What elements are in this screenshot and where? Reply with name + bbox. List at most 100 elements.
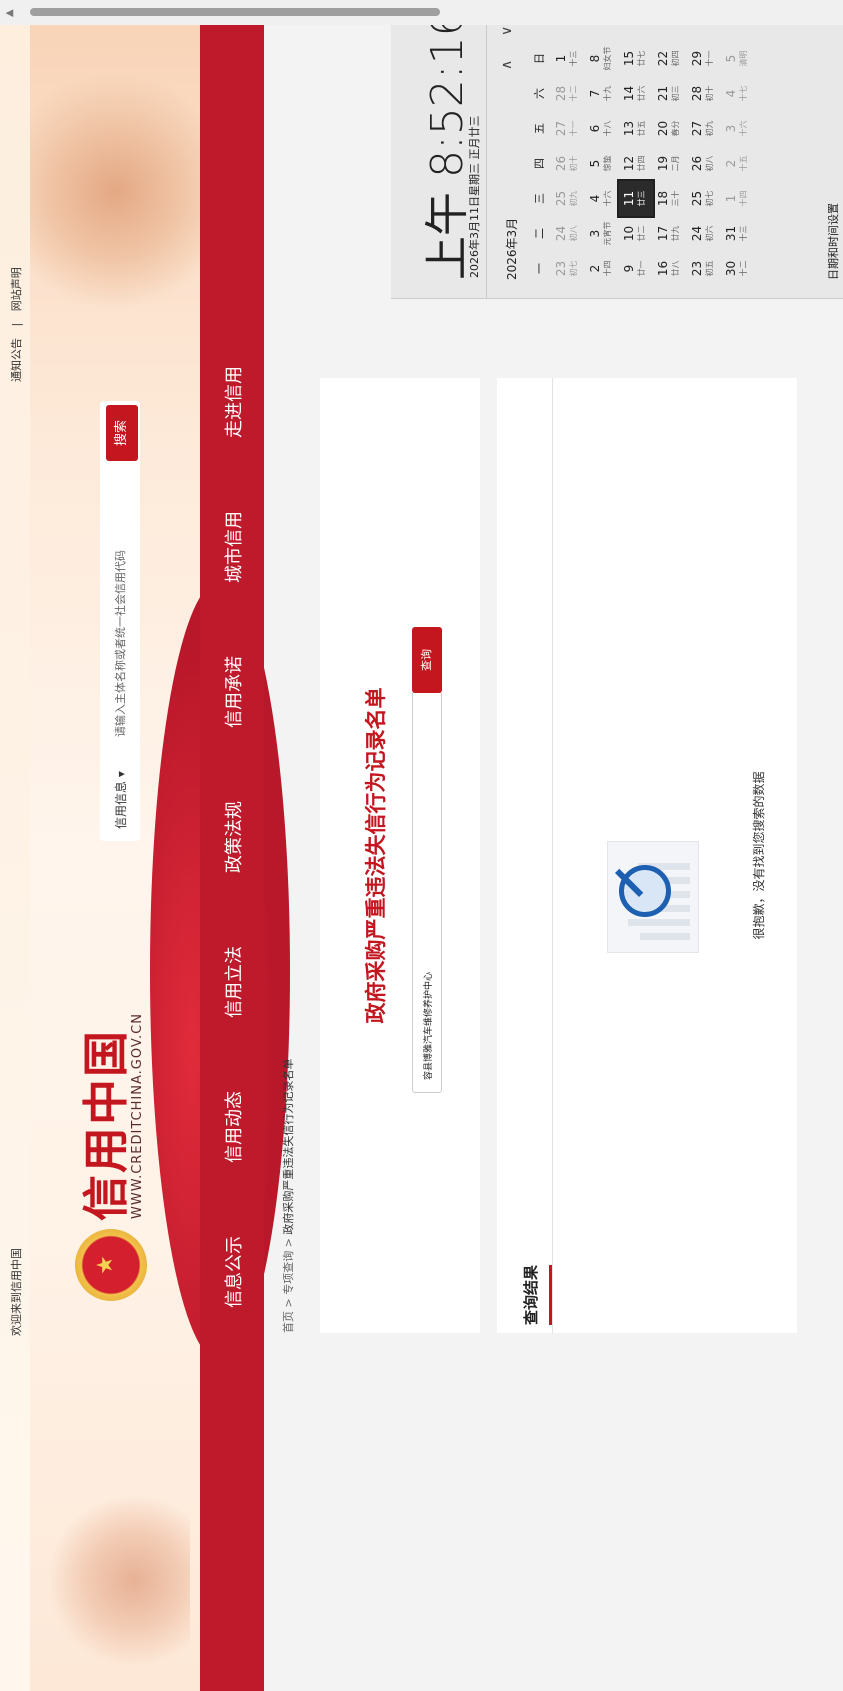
- main-nav: 信息公示 信用动态 信用立法 政策法规 信用承诺 城市信用 走进信用: [200, 0, 264, 1691]
- notice-link[interactable]: 通知公告: [10, 338, 23, 382]
- calendar-day[interactable]: 2 十四: [585, 251, 619, 286]
- calendar-day-number: 30: [724, 260, 738, 277]
- clock-date[interactable]: 2026年3月11日星期三 正月廿三: [466, 116, 482, 279]
- calendar-lunar-label: 十一: [569, 120, 578, 137]
- results-panel: 查询结果 很抱歉，没有找到您搜索的数据: [497, 378, 797, 1333]
- calendar-day-number: 28: [554, 85, 568, 102]
- calendar-day[interactable]: 27 初九: [687, 111, 721, 146]
- header-search-box[interactable]: 信用信息 ▾ 请输入主体名称或者统一社会信用代码: [100, 401, 140, 841]
- calendar-day[interactable]: 25 初九: [551, 181, 585, 216]
- calendar-lunar-label: 廿八: [671, 260, 680, 277]
- calendar-lunar-label: 初九: [705, 120, 714, 137]
- calendar-day[interactable]: 28 初十: [687, 76, 721, 111]
- statement-link[interactable]: 网站声明: [10, 267, 23, 311]
- empty-result-message: 很抱歉，没有找到您搜索的数据: [752, 771, 766, 940]
- calendar-day-number: 6: [588, 124, 602, 133]
- calendar-day-number: 2: [588, 264, 602, 273]
- calendar-day[interactable]: 6 十八: [585, 111, 619, 146]
- nav-item-credit-news[interactable]: 信用动态: [220, 1091, 246, 1163]
- calendar-day[interactable]: 7 十九: [585, 76, 619, 111]
- calendar-day[interactable]: 25 初七: [687, 181, 721, 216]
- calendar-day[interactable]: 16 廿八: [653, 251, 687, 286]
- calendar-day[interactable]: 19 二月: [653, 146, 687, 181]
- calendar-day[interactable]: 27 十一: [551, 111, 585, 146]
- scrollbar-thumb[interactable]: [30, 8, 440, 16]
- calendar-day[interactable]: 5 清明: [721, 41, 755, 76]
- calendar-day[interactable]: 1 十四: [721, 181, 755, 216]
- calendar-day[interactable]: 2 十五: [721, 146, 755, 181]
- calendar-day[interactable]: 17 廿九: [653, 216, 687, 251]
- calendar-lunar-label: 初八: [569, 225, 578, 242]
- calendar-day[interactable]: 22 初四: [653, 41, 687, 76]
- search-button[interactable]: 搜索: [106, 405, 138, 461]
- calendar-day-number: 18: [656, 190, 670, 207]
- calendar-day[interactable]: 28 十二: [551, 76, 585, 111]
- calendar-day[interactable]: 4 十六: [585, 181, 619, 216]
- calendar-day[interactable]: 30 十二: [721, 251, 755, 286]
- calendar-lunar-label: 十二: [569, 85, 578, 102]
- weekday-label: 六: [533, 88, 546, 99]
- calendar-day-today[interactable]: 11 廿三: [617, 178, 655, 219]
- nav-item-info-disclosure[interactable]: 信息公示: [220, 1236, 246, 1308]
- search-category-select[interactable]: 信用信息 ▾: [112, 771, 129, 829]
- calendar-day-number: 19: [656, 155, 670, 172]
- nav-item-credit-legislation[interactable]: 信用立法: [220, 946, 246, 1018]
- chevron-down-icon[interactable]: ∨: [499, 26, 515, 36]
- calendar-lunar-label: 十六: [739, 120, 748, 137]
- calendar-day-number: 22: [656, 50, 670, 67]
- calendar-week-row: 23 初七 24 初八 25 初九 26 初十 27 十一 28 十二 1 十三: [551, 6, 585, 286]
- calendar-day[interactable]: 4 十七: [721, 76, 755, 111]
- link-separator: |: [10, 322, 23, 327]
- calendar-lunar-label: 元宵节: [603, 221, 612, 246]
- nav-item-credit-commitment[interactable]: 信用承诺: [220, 656, 246, 728]
- scroll-up-arrow-icon[interactable]: ▲: [4, 9, 15, 17]
- calendar-day[interactable]: 5 惊蛰: [585, 146, 619, 181]
- calendar-day-number: 26: [690, 155, 704, 172]
- calendar-day[interactable]: 12 廿四: [619, 146, 653, 181]
- calendar-day[interactable]: 20 春分: [653, 111, 687, 146]
- calendar-day[interactable]: 8 妇女节: [585, 41, 619, 76]
- page-title: 政府采购严重违法失信行为记录名单: [364, 687, 388, 1024]
- calendar-day[interactable]: 15 廿七: [619, 41, 653, 76]
- calendar-day[interactable]: 21 初三: [653, 76, 687, 111]
- calendar-day[interactable]: 29 十一: [687, 41, 721, 76]
- nav-item-policies[interactable]: 政策法规: [220, 801, 246, 873]
- nav-item-about-credit[interactable]: 走进信用: [220, 366, 246, 438]
- calendar-day[interactable]: 26 初十: [551, 146, 585, 181]
- query-input[interactable]: 容县博雅汽车维修养护中心: [412, 691, 442, 1093]
- breadcrumb-separator: >: [282, 1238, 295, 1248]
- calendar-grid: 一 二 三 四 五 六 日 23 初七 24 初八 25 初九 26 初十 27 十一 28 十二 1 十…: [531, 6, 755, 286]
- calendar-day[interactable]: 26 初八: [687, 146, 721, 181]
- calendar-day[interactable]: 24 初八: [551, 216, 585, 251]
- site-logo-title[interactable]: 信用中国: [70, 1029, 136, 1221]
- calendar-day[interactable]: 14 廿六: [619, 76, 653, 111]
- calendar-day-number: 3: [588, 229, 602, 238]
- calendar-weekdays: 一 二 三 四 五 六 日: [531, 6, 551, 286]
- calendar-lunar-label: 廿四: [637, 155, 646, 172]
- search-input[interactable]: 请输入主体名称或者统一社会信用代码: [112, 550, 128, 737]
- calendar-day[interactable]: 31 十三: [721, 216, 755, 251]
- calendar-day[interactable]: 1 十三: [551, 41, 585, 76]
- breadcrumb-special-query[interactable]: 专项查询: [282, 1251, 295, 1295]
- calendar-day[interactable]: 23 初五: [687, 251, 721, 286]
- calendar-day[interactable]: 3 元宵节: [585, 216, 619, 251]
- bronze-vessel-illustration: [50, 1491, 190, 1671]
- calendar-day[interactable]: 13 廿五: [619, 111, 653, 146]
- calendar-day[interactable]: 9 廿一: [619, 251, 653, 286]
- scrollbar[interactable]: ▲: [0, 0, 843, 25]
- calendar-day[interactable]: 18 三十: [653, 181, 687, 216]
- query-button[interactable]: 查询: [412, 627, 442, 693]
- calendar-day-number: 10: [622, 225, 636, 242]
- calendar-month-label[interactable]: 2026年3月: [503, 218, 520, 280]
- nav-item-city-credit[interactable]: 城市信用: [220, 511, 246, 583]
- calendar-day[interactable]: 24 初六: [687, 216, 721, 251]
- calendar-lunar-label: 初六: [705, 225, 714, 242]
- calendar-day[interactable]: 23 初七: [551, 251, 585, 286]
- calendar-lunar-label: 十四: [739, 190, 748, 207]
- breadcrumb-home[interactable]: 首页: [282, 1311, 295, 1333]
- chevron-up-icon[interactable]: ∧: [499, 60, 515, 70]
- calendar-day[interactable]: 3 十六: [721, 111, 755, 146]
- date-time-settings-link[interactable]: 日期和时间设置: [825, 203, 841, 280]
- calendar-lunar-label: 十八: [603, 120, 612, 137]
- calendar-day[interactable]: 10 廿二: [619, 216, 653, 251]
